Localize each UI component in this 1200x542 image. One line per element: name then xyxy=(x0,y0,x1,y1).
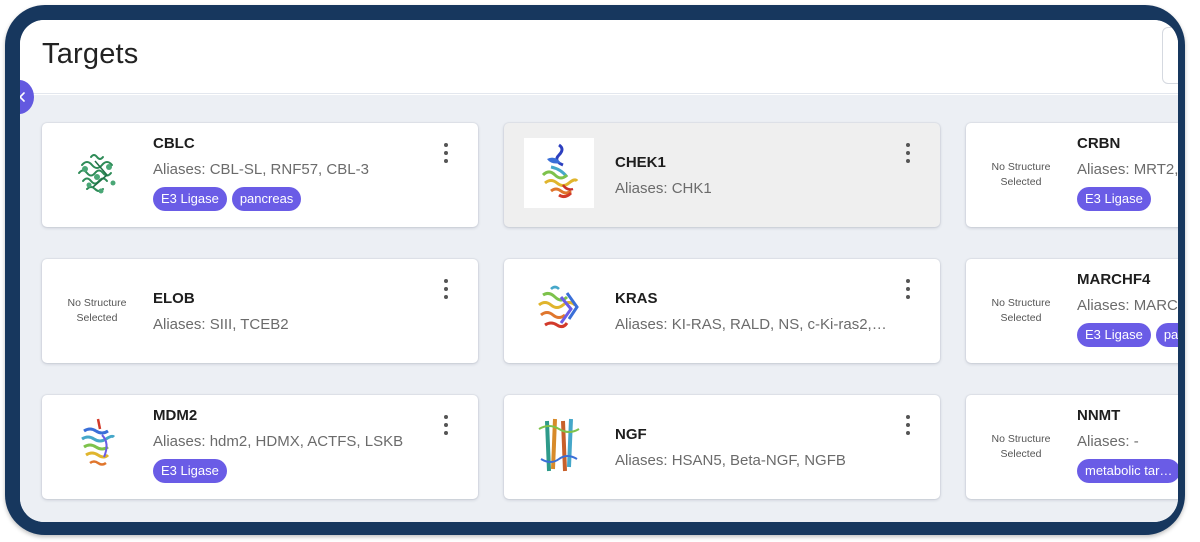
target-card-ngf[interactable]: NGF Aliases: HSAN5, Beta-NGF, NGFB xyxy=(504,395,940,499)
target-aliases: Aliases: KI-RAS, RALD, NS, c-Ki-ras2, RA… xyxy=(615,315,888,333)
app-window: Targets CBLC Aliases: CBL-SL, RNF57, CBL… xyxy=(20,20,1178,522)
target-card-crbn[interactable]: No Structure Selected CRBN Aliases: MRT2,… xyxy=(966,123,1178,227)
tag-list: E3 Ligase pancreas xyxy=(153,187,426,211)
protein-structure-icon xyxy=(524,138,594,208)
more-options-icon[interactable] xyxy=(440,415,452,435)
target-card-kras[interactable]: KRAS Aliases: KI-RAS, RALD, NS, c-Ki-ras… xyxy=(504,259,940,363)
tag-badge[interactable]: pan xyxy=(1155,323,1178,347)
tag-badge[interactable]: pancreas xyxy=(231,187,302,211)
target-name: NGF xyxy=(615,425,647,443)
target-name: NNMT xyxy=(1077,407,1121,424)
target-card-nnmt[interactable]: No Structure Selected NNMT Aliases: - met… xyxy=(966,395,1178,499)
targets-grid: CBLC Aliases: CBL-SL, RNF57, CBL-3 E3 Li… xyxy=(20,95,1178,522)
page-title: Targets xyxy=(42,38,139,70)
card-body: CBLC Aliases: CBL-SL, RNF57, CBL-3 E3 Li… xyxy=(153,123,426,227)
target-name: CHEK1 xyxy=(615,153,666,171)
target-name: CRBN xyxy=(1077,135,1121,152)
target-aliases: Aliases: - xyxy=(1077,433,1139,450)
card-body: CRBN Aliases: MRT2, M E3 Ligase xyxy=(1077,123,1178,227)
target-aliases: Aliases: CHK1 xyxy=(615,179,712,197)
tag-list: metabolic tar… xyxy=(1077,459,1178,483)
target-aliases: Aliases: HSAN5, Beta-NGF, NGFB xyxy=(615,451,846,469)
target-card-marchf4[interactable]: No Structure Selected MARCHF4 Aliases: MA… xyxy=(966,259,1178,363)
no-structure-placeholder: No Structure Selected xyxy=(67,297,127,324)
card-body: NGF Aliases: HSAN5, Beta-NGF, NGFB xyxy=(615,395,888,499)
card-body: KRAS Aliases: KI-RAS, RALD, NS, c-Ki-ras… xyxy=(615,259,888,363)
more-options-icon[interactable] xyxy=(902,415,914,435)
no-structure-placeholder: No Structure Selected xyxy=(991,433,1051,460)
target-aliases: Aliases: MARCH xyxy=(1077,297,1178,314)
protein-structure-icon xyxy=(62,410,132,480)
tag-badge[interactable]: E3 Ligase xyxy=(1077,323,1151,347)
target-name: MARCHF4 xyxy=(1077,271,1151,288)
tag-list: E3 Ligase xyxy=(1077,187,1178,211)
chevron-left-icon xyxy=(20,92,25,102)
more-options-icon[interactable] xyxy=(902,279,914,299)
tag-badge[interactable]: E3 Ligase xyxy=(1077,187,1151,211)
target-aliases: Aliases: CBL-SL, RNF57, CBL-3 xyxy=(153,161,369,178)
target-card-chek1[interactable]: CHEK1 Aliases: CHK1 xyxy=(504,123,940,227)
no-structure-placeholder: No Structure Selected xyxy=(991,161,1051,188)
card-body: CHEK1 Aliases: CHK1 xyxy=(615,123,888,227)
target-card-mdm2[interactable]: MDM2 Aliases: hdm2, HDMX, ACTFS, LSKB E3… xyxy=(42,395,478,499)
target-aliases: Aliases: MRT2, M xyxy=(1077,161,1178,178)
card-body: MDM2 Aliases: hdm2, HDMX, ACTFS, LSKB E3… xyxy=(153,395,426,499)
target-aliases: Aliases: hdm2, HDMX, ACTFS, LSKB xyxy=(153,433,404,450)
no-structure-placeholder: No Structure Selected xyxy=(991,297,1051,324)
top-bar: Targets xyxy=(20,20,1178,94)
card-body: MARCHF4 Aliases: MARCH E3 Ligase pan xyxy=(1077,259,1178,363)
card-body: NNMT Aliases: - metabolic tar… xyxy=(1077,395,1178,499)
tag-list: E3 Ligase pan xyxy=(1077,323,1178,347)
tag-badge[interactable]: E3 Ligase xyxy=(153,187,227,211)
more-options-icon[interactable] xyxy=(440,143,452,163)
tag-badge[interactable]: E3 Ligase xyxy=(153,459,227,483)
more-options-icon[interactable] xyxy=(902,143,914,163)
target-card-elob[interactable]: No Structure Selected ELOB Aliases: SIII,… xyxy=(42,259,478,363)
tag-list: E3 Ligase xyxy=(153,459,426,483)
tag-badge[interactable]: metabolic tar… xyxy=(1077,459,1178,483)
target-name: ELOB xyxy=(153,289,195,307)
target-card-cblc[interactable]: CBLC Aliases: CBL-SL, RNF57, CBL-3 E3 Li… xyxy=(42,123,478,227)
protein-structure-icon xyxy=(524,274,594,344)
protein-structure-icon xyxy=(62,138,132,208)
target-name: KRAS xyxy=(615,289,658,307)
card-body: ELOB Aliases: SIII, TCEB2 xyxy=(153,259,426,363)
target-name: CBLC xyxy=(153,135,195,152)
target-name: MDM2 xyxy=(153,407,198,424)
protein-structure-icon xyxy=(524,410,594,480)
device-frame: Targets CBLC Aliases: CBL-SL, RNF57, CBL… xyxy=(5,5,1185,535)
top-bar-action[interactable] xyxy=(1162,27,1178,84)
more-options-icon[interactable] xyxy=(440,279,452,299)
target-aliases: Aliases: SIII, TCEB2 xyxy=(153,315,289,333)
